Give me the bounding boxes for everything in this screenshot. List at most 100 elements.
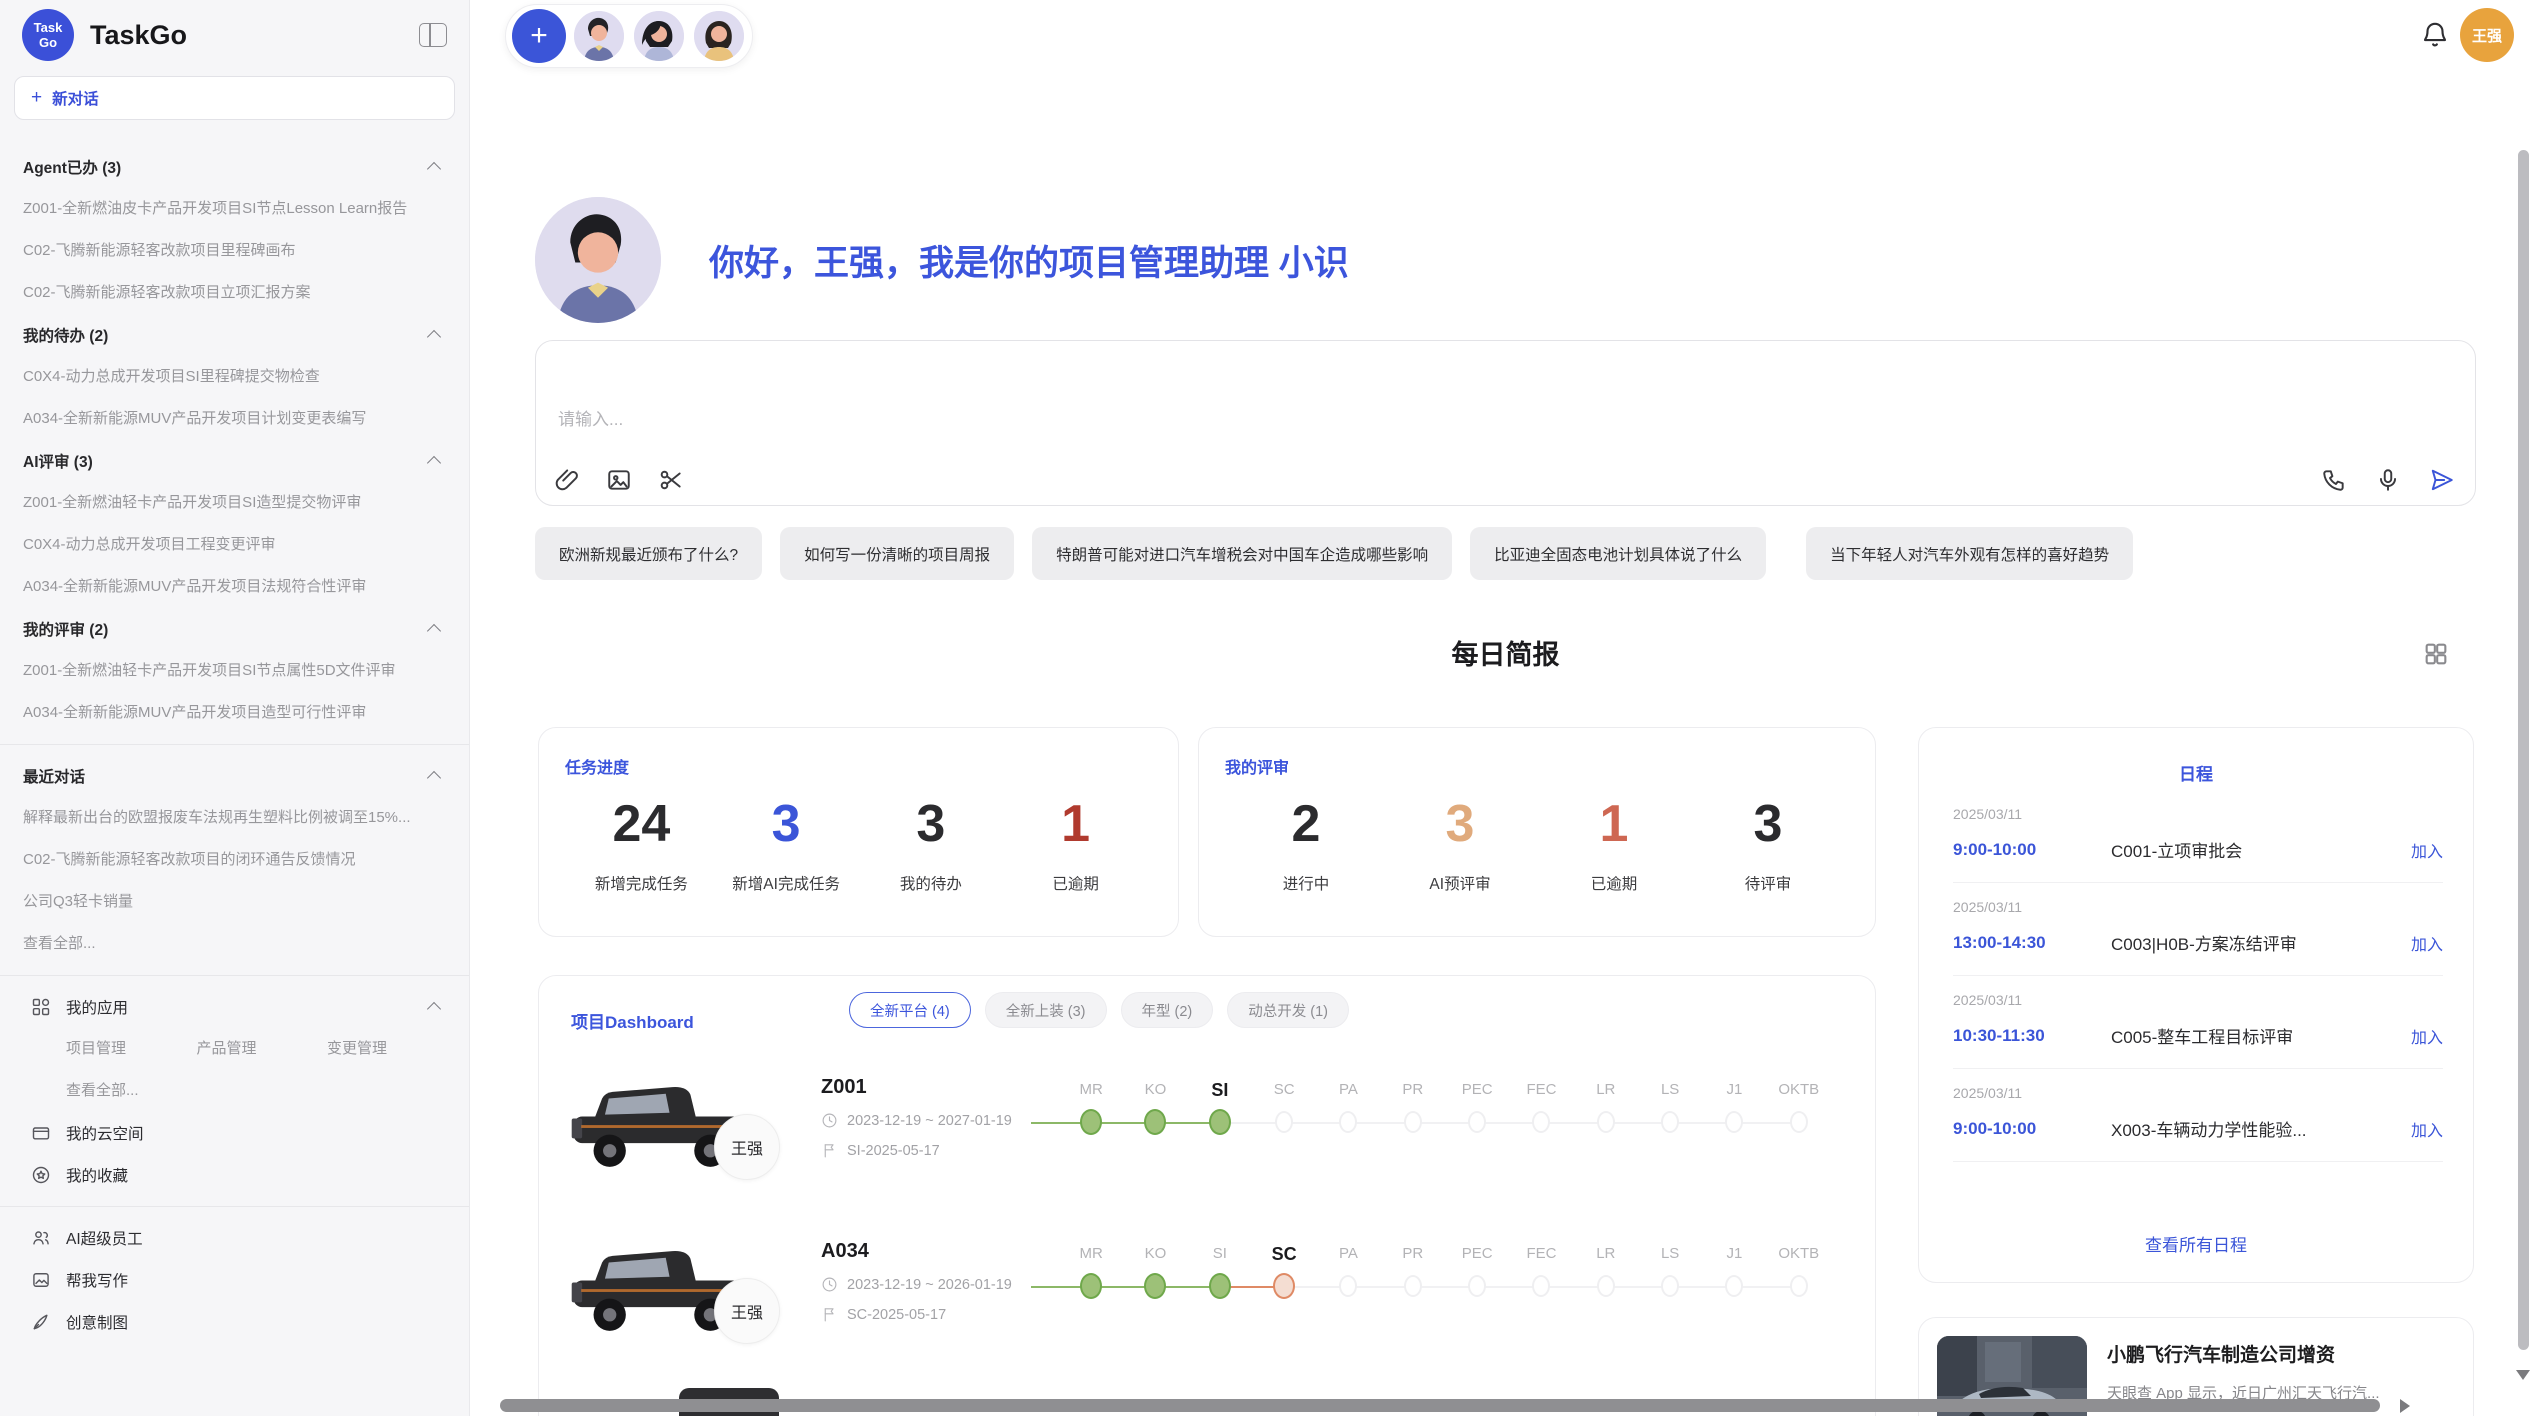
sidebar-item[interactable]: A034-全新新能源MUV产品开发项目造型可行性评审 <box>0 692 469 734</box>
milestone-current-overdue: SC <box>1252 1240 1316 1299</box>
paperclip-icon[interactable] <box>554 467 580 493</box>
sidebar-item[interactable]: C0X4-动力总成开发项目SI里程碑提交物检查 <box>0 356 469 398</box>
new-conversation-button[interactable]: + <box>512 9 566 63</box>
project-row[interactable]: 王强 Z001 2023-12-19 ~ 2027-01-19 SI-2025-… <box>539 1068 1875 1228</box>
recent-chat-item[interactable]: C02-飞腾新能源轻客改款项目的闭环通告反馈情况 <box>0 839 469 881</box>
dashboard-filters: 全新平台 (4) 全新上装 (3) 年型 (2) 动总开发 (1) <box>849 992 1349 1028</box>
schedule-date: 2025/03/11 <box>1953 992 2443 1008</box>
section-agent-done[interactable]: Agent已办 (3) <box>0 146 469 188</box>
join-link[interactable]: 加入 <box>2411 931 2443 955</box>
chevron-up-icon[interactable] <box>427 162 441 176</box>
app-link-change-mgmt[interactable]: 变更管理 <box>261 1040 387 1057</box>
divider <box>0 744 469 745</box>
sidebar-item-creative-draw[interactable]: 创意制图 <box>0 1301 469 1343</box>
suggestion-chip[interactable]: 如何写一份清晰的项目周报 <box>780 527 1014 580</box>
milestone-dot <box>1661 1275 1679 1297</box>
view-all-apps-link[interactable]: 查看全部... <box>0 1082 139 1099</box>
conversation-avatar[interactable] <box>572 9 626 63</box>
filter-chip[interactable]: 全新上装 (3) <box>985 992 1107 1028</box>
view-all-schedule-link[interactable]: 查看所有日程 <box>1919 1231 2473 1256</box>
pen-icon <box>30 1311 52 1333</box>
main-area: + 王强 你好，王强，我是你的项目管理助理 小识 <box>470 0 2532 1416</box>
scroll-right-arrow[interactable] <box>2400 1399 2410 1413</box>
milestone-dot <box>1532 1111 1550 1133</box>
suggestion-chip[interactable]: 欧洲新规最近颁布了什么? <box>535 527 762 580</box>
filter-chip[interactable]: 年型 (2) <box>1121 992 1214 1028</box>
app-link-project-mgmt[interactable]: 项目管理 <box>0 1040 126 1057</box>
recent-chat-item[interactable]: 解释最新出台的欧盟报废车法规再生塑料比例被调至15%... <box>0 797 469 839</box>
milestone: LR <box>1574 1240 1638 1299</box>
sidebar-item-cloud-space[interactable]: 我的云空间 <box>0 1112 469 1154</box>
sidebar-item[interactable]: C02-飞腾新能源轻客改款项目立项汇报方案 <box>0 272 469 314</box>
conversation-avatar[interactable] <box>692 9 746 63</box>
section-recent-chats[interactable]: 最近对话 <box>0 755 469 797</box>
user-avatar[interactable]: 王强 <box>2460 8 2514 62</box>
sidebar-item[interactable]: Z001-全新燃油轻卡产品开发项目SI节点属性5D文件评审 <box>0 650 469 692</box>
bell-icon[interactable] <box>2420 20 2450 50</box>
send-icon[interactable] <box>2429 467 2455 493</box>
scroll-down-arrow[interactable] <box>2516 1370 2530 1380</box>
join-link[interactable]: 加入 <box>2411 1024 2443 1048</box>
app-link-product-mgmt[interactable]: 产品管理 <box>130 1040 256 1057</box>
sidebar-item-ai-staff[interactable]: AI超级员工 <box>0 1217 469 1259</box>
vertical-scrollbar[interactable] <box>2518 150 2529 1350</box>
daily-briefing-title: 每日简报 <box>535 633 2476 672</box>
suggestion-chip[interactable]: 比亚迪全固态电池计划具体说了什么 <box>1470 527 1766 580</box>
section-my-review[interactable]: 我的评审 (2) <box>0 608 469 650</box>
sidebar-collapse-icon[interactable] <box>419 23 447 47</box>
stat-value: 3 <box>1708 794 1828 854</box>
chevron-up-icon[interactable] <box>427 624 441 638</box>
phone-icon[interactable] <box>2321 467 2347 493</box>
chevron-up-icon[interactable] <box>427 456 441 470</box>
sidebar-item-favorites[interactable]: 我的收藏 <box>0 1154 469 1196</box>
favorites-label: 我的收藏 <box>66 1164 439 1186</box>
schedule-name: C001-立项审批会 <box>2111 837 2399 862</box>
join-link[interactable]: 加入 <box>2411 1117 2443 1141</box>
stat-label: 新增AI完成任务 <box>726 872 846 894</box>
recent-chat-item[interactable]: 公司Q3轻卡销量 <box>0 881 469 923</box>
chevron-up-icon[interactable] <box>427 1002 441 1016</box>
milestone-label: KO <box>1123 1240 1187 1268</box>
sidebar-item[interactable]: Z001-全新燃油皮卡产品开发项目SI节点Lesson Learn报告 <box>0 188 469 230</box>
view-all-chats-link[interactable]: 查看全部... <box>0 923 469 965</box>
milestone: J1 <box>1702 1240 1766 1299</box>
mic-icon[interactable] <box>2375 467 2401 493</box>
filter-chip[interactable]: 动总开发 (1) <box>1227 992 1349 1028</box>
join-link[interactable]: 加入 <box>2411 838 2443 862</box>
suggestion-chip[interactable]: 特朗普可能对进口汽车增税会对中国车企造成哪些影响 <box>1032 527 1452 580</box>
greeting-text: 你好，王强，我是你的项目管理助理 小识 <box>709 235 1349 286</box>
sidebar-item-help-write[interactable]: 帮我写作 <box>0 1259 469 1301</box>
horizontal-scrollbar[interactable] <box>500 1399 2380 1412</box>
milestone-label: PEC <box>1445 1240 1509 1268</box>
sidebar-item[interactable]: C02-飞腾新能源轻客改款项目里程碑画布 <box>0 230 469 272</box>
owner-name: 王强 <box>731 1299 763 1323</box>
sidebar-item-my-apps[interactable]: 我的应用 <box>0 986 469 1028</box>
filter-chip-active[interactable]: 全新平台 (4) <box>849 992 971 1028</box>
sidebar-item[interactable]: A034-全新新能源MUV产品开发项目计划变更表编写 <box>0 398 469 440</box>
section-ai-review[interactable]: AI评审 (3) <box>0 440 469 482</box>
message-input[interactable] <box>536 341 2475 505</box>
project-owner-badge: 王强 <box>714 1278 780 1344</box>
schedule-item: 2025/03/11 9:00-10:00 X003-车辆动力学性能验... 加… <box>1953 1069 2443 1162</box>
layout-grid-icon[interactable] <box>2422 640 2450 668</box>
scissors-icon[interactable] <box>658 467 684 493</box>
greeting-block: 你好，王强，我是你的项目管理助理 小识 <box>535 197 1349 323</box>
logo-text-top: Task <box>34 20 63 35</box>
milestone-dot <box>1532 1275 1550 1297</box>
sidebar-item[interactable]: C0X4-动力总成开发项目工程变更评审 <box>0 524 469 566</box>
milestone-dot <box>1725 1275 1743 1297</box>
app-logo: Task Go <box>22 9 74 61</box>
section-my-todo[interactable]: 我的待办 (2) <box>0 314 469 356</box>
chevron-up-icon[interactable] <box>427 771 441 785</box>
milestone: J1 <box>1702 1076 1766 1135</box>
sidebar-item[interactable]: A034-全新新能源MUV产品开发项目法规符合性评审 <box>0 566 469 608</box>
suggestion-chip[interactable]: 当下年轻人对汽车外观有怎样的喜好趋势 <box>1806 527 2133 580</box>
milestone: LS <box>1638 1076 1702 1135</box>
new-chat-button[interactable]: + 新对话 <box>14 76 455 120</box>
sidebar-item[interactable]: Z001-全新燃油轻卡产品开发项目SI造型提交物评审 <box>0 482 469 524</box>
image-icon[interactable] <box>606 467 632 493</box>
conversation-avatar[interactable] <box>632 9 686 63</box>
chevron-up-icon[interactable] <box>427 330 441 344</box>
project-row[interactable]: 王强 A034 2023-12-19 ~ 2026-01-19 SC-2025-… <box>539 1232 1875 1392</box>
app-window: Task Go TaskGo + 新对话 Agent已办 (3) Z001-全新… <box>0 0 2532 1416</box>
